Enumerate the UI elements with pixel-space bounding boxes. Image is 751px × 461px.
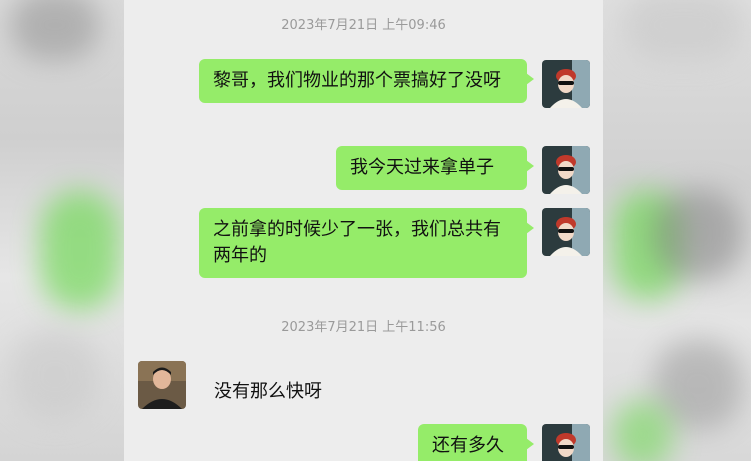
avatar-image [542,60,590,108]
chat-window: 2023年7月21日 上午09:46 黎哥，我们物业的那个票搞好了没呀 我今天过… [124,0,603,461]
timestamp: 2023年7月21日 上午11:56 [281,320,446,335]
timestamp: 2023年7月21日 上午09:46 [281,18,446,33]
right-blurred-background [603,0,751,461]
avatar-self[interactable] [542,146,590,194]
message-bubble[interactable]: 还有多久 [418,424,534,461]
message-bubble[interactable]: 之前拿的时候少了一张，我们总共有两年的 [199,208,534,278]
avatar-contact[interactable] [138,361,186,409]
avatar-image [138,361,186,409]
avatar-image [542,424,590,461]
left-blurred-background [0,0,124,461]
message-bubble[interactable]: 黎哥，我们物业的那个票搞好了没呀 [199,59,534,103]
message-bubble[interactable]: 我今天过来拿单子 [336,146,534,190]
avatar-self[interactable] [542,424,590,461]
avatar-image [542,146,590,194]
avatar-self[interactable] [542,60,590,108]
message-bubble[interactable]: 没有那么快呀 [200,370,360,414]
avatar-self[interactable] [542,208,590,256]
avatar-image [542,208,590,256]
